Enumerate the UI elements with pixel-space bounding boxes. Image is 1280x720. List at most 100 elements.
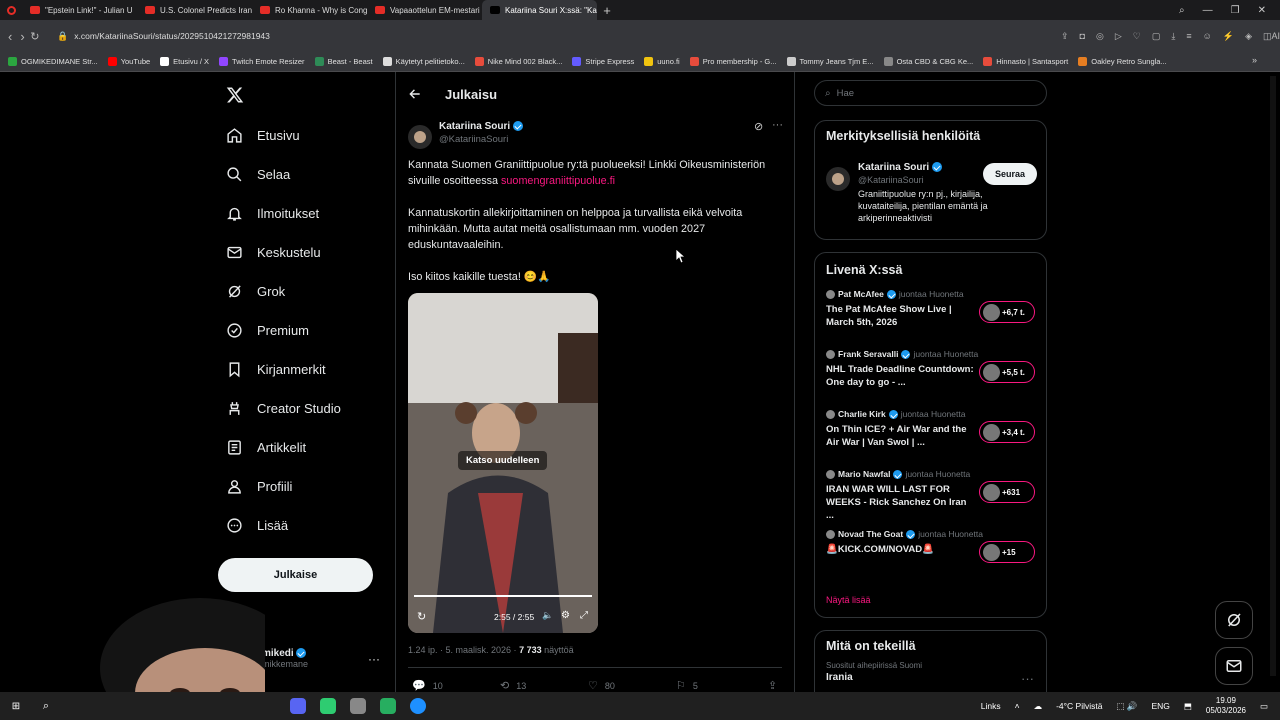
- account-more-icon[interactable]: ···: [368, 652, 380, 666]
- fullscreen-icon[interactable]: ⤢: [580, 610, 588, 621]
- user-icon[interactable]: ☺: [1203, 31, 1212, 41]
- follow-button[interactable]: Seuraa: [983, 163, 1037, 185]
- bookmark-item[interactable]: Osta CBD & CBG Ke...: [883, 57, 973, 66]
- live-listener-pill[interactable]: +631: [979, 481, 1035, 503]
- nav-item-more[interactable]: Lisää: [218, 506, 388, 545]
- play-icon[interactable]: ▷: [1115, 31, 1122, 42]
- bookmark-item[interactable]: YouTube: [107, 57, 150, 66]
- nav-item-home[interactable]: Etusivu: [218, 116, 388, 155]
- live-item[interactable]: Charlie Kirk juontaa Huonetta On Thin ICE?…: [826, 409, 1035, 469]
- camera-icon[interactable]: ◘: [1080, 31, 1085, 41]
- grok-analyze-icon[interactable]: ⊘: [754, 120, 763, 133]
- share-button[interactable]: ⇪: [768, 679, 777, 692]
- tray-icons[interactable]: ⬚ 🔊: [1116, 701, 1137, 712]
- taskbar-app-icon[interactable]: [290, 698, 306, 714]
- taskbar-app-icon[interactable]: [380, 698, 396, 714]
- cube-icon[interactable]: ◈: [1245, 31, 1252, 42]
- author-avatar[interactable]: [408, 125, 432, 149]
- live-item[interactable]: Mario Nawfal juontaa Huonetta IRAN WAR WIL…: [826, 469, 1035, 529]
- new-tab-button[interactable]: +: [597, 3, 617, 18]
- bookmark-item[interactable]: Nike Mind 002 Black...: [474, 57, 562, 66]
- box-icon[interactable]: ▢: [1152, 31, 1161, 42]
- search-tabs-icon[interactable]: ⌕: [1179, 5, 1185, 16]
- author-handle[interactable]: @KatariinaSouri: [439, 134, 523, 145]
- live-listener-pill[interactable]: +6,7 t.: [979, 301, 1035, 323]
- live-item[interactable]: Pat McAfee juontaa Huonetta The Pat McAfee…: [826, 289, 1035, 349]
- url-field[interactable]: 🔒 x.com/KatariinaSouri/status/2029510421…: [51, 25, 991, 47]
- relevant-avatar[interactable]: [826, 167, 850, 191]
- taskbar-edge-icon[interactable]: [410, 698, 426, 714]
- bookmark-item[interactable]: Pro membership - G...: [689, 57, 777, 66]
- x-logo-icon[interactable]: [226, 86, 244, 104]
- browser-tab[interactable]: "Epstein Link!" - Julian U✕: [22, 0, 137, 20]
- bookmark-item[interactable]: Stripe Express: [572, 57, 634, 66]
- bookmark-button[interactable]: ⚐ 5: [676, 679, 698, 692]
- heart-icon[interactable]: ♡: [1133, 31, 1141, 42]
- search-input[interactable]: ⌕ Hae: [814, 80, 1047, 106]
- bookmark-item[interactable]: Etusivu / X: [160, 57, 209, 66]
- browser-tab[interactable]: Vapaaottelun EM-mestari✕: [367, 0, 482, 20]
- replay-icon[interactable]: ↻: [417, 610, 426, 623]
- clock[interactable]: 19.09 05/03/2026: [1206, 696, 1246, 716]
- taskbar-app-icon[interactable]: [320, 698, 336, 714]
- weather-text[interactable]: -4°C Pilvistä: [1056, 701, 1102, 711]
- video-progress-track[interactable]: [414, 595, 592, 597]
- volume-icon[interactable]: 🔈: [542, 610, 553, 621]
- browser-tab[interactable]: Katariina Souri X:ssä: "Kan✕: [482, 0, 597, 20]
- network-icon[interactable]: ⬒: [1184, 701, 1192, 712]
- menu-icon[interactable]: ≡: [1186, 31, 1191, 41]
- post-more-icon[interactable]: ···: [772, 119, 783, 131]
- relevant-name[interactable]: Katariina Souri: [858, 162, 929, 173]
- author-name[interactable]: Katariina Souri: [439, 121, 510, 132]
- account-switcher[interactable]: mikedi mikkemane ···: [262, 648, 382, 680]
- grok-floating-button[interactable]: [1215, 601, 1253, 639]
- replay-overlay-label[interactable]: Katso uudelleen: [458, 451, 548, 470]
- page-scrollbar[interactable]: [1270, 76, 1276, 676]
- minimize-button[interactable]: —: [1203, 5, 1213, 16]
- tray-chevron-icon[interactable]: ˄: [1015, 701, 1020, 711]
- browser-profile-icon[interactable]: [0, 0, 22, 20]
- shield-icon[interactable]: ◎: [1096, 31, 1104, 42]
- nav-item-profile[interactable]: Profiili: [218, 467, 388, 506]
- back-icon[interactable]: ‹: [4, 25, 16, 47]
- forward-icon[interactable]: ›: [16, 25, 28, 47]
- download-icon[interactable]: ⤓: [1171, 31, 1175, 42]
- nav-item-bookmarks[interactable]: Kirjanmerkit: [218, 350, 388, 389]
- bookmarks-more-icon[interactable]: »: [1252, 55, 1257, 65]
- messages-floating-button[interactable]: [1215, 647, 1253, 685]
- bookmark-item[interactable]: uuno.fi: [644, 57, 680, 66]
- nav-item-premium[interactable]: Premium: [218, 311, 388, 350]
- video-player[interactable]: Katso uudelleen ↻ 2:55 / 2:55 🔈 ⚙ ⤢: [408, 293, 598, 633]
- post-link[interactable]: suomengraniittipuolue.fi: [501, 175, 615, 187]
- trend-more-icon[interactable]: ···: [1021, 671, 1034, 686]
- post-timestamp[interactable]: 1.24 ip. · 5. maalisk. 2026 ·: [408, 645, 519, 655]
- bookmark-item[interactable]: OGMIKEDIMANE Str...: [8, 57, 98, 66]
- nav-item-explore[interactable]: Selaa: [218, 155, 388, 194]
- start-button[interactable]: ⊞: [0, 701, 32, 712]
- language-indicator[interactable]: ENG: [1151, 701, 1169, 711]
- live-item[interactable]: Novad The Goat juontaa Huonetta 🚨KICK.COM/…: [826, 529, 1035, 589]
- ai-button[interactable]: ◫AI: [1263, 31, 1280, 42]
- share-icon[interactable]: ⇪: [1061, 31, 1069, 42]
- bookmark-item[interactable]: Twitch Emote Resizer: [219, 57, 305, 66]
- live-listener-pill[interactable]: +15: [979, 541, 1035, 563]
- site-info-icon[interactable]: 🔒: [57, 31, 68, 42]
- notification-icon[interactable]: ▭: [1260, 701, 1268, 712]
- live-listener-pill[interactable]: +3,4 t.: [979, 421, 1035, 443]
- maximize-button[interactable]: ❐: [1231, 5, 1240, 16]
- nav-item-articles[interactable]: Artikkelit: [218, 428, 388, 467]
- taskbar-app-icon[interactable]: [350, 698, 366, 714]
- browser-tab[interactable]: Ro Khanna - Why is Cong✕: [252, 0, 367, 20]
- nav-item-creator-studio[interactable]: Creator Studio: [218, 389, 388, 428]
- repost-button[interactable]: ⟲ 13: [500, 679, 526, 692]
- reload-icon[interactable]: ↻: [29, 25, 41, 47]
- reply-button[interactable]: 💬 10: [412, 679, 443, 692]
- bookmark-item[interactable]: Oakley Retro Sungla...: [1078, 57, 1167, 66]
- bookmark-item[interactable]: Hinnasto | Santasport: [983, 57, 1068, 66]
- nav-item-messages[interactable]: Keskustelu: [218, 233, 388, 272]
- trend-item[interactable]: Suositut aihepiirissä Suomi Irania ···: [826, 661, 1035, 686]
- taskbar-search-icon[interactable]: ⌕: [32, 700, 60, 713]
- live-listener-pill[interactable]: +5,5 t.: [979, 361, 1035, 383]
- nav-item-grok[interactable]: Grok: [218, 272, 388, 311]
- like-button[interactable]: ♡ 80: [588, 679, 615, 692]
